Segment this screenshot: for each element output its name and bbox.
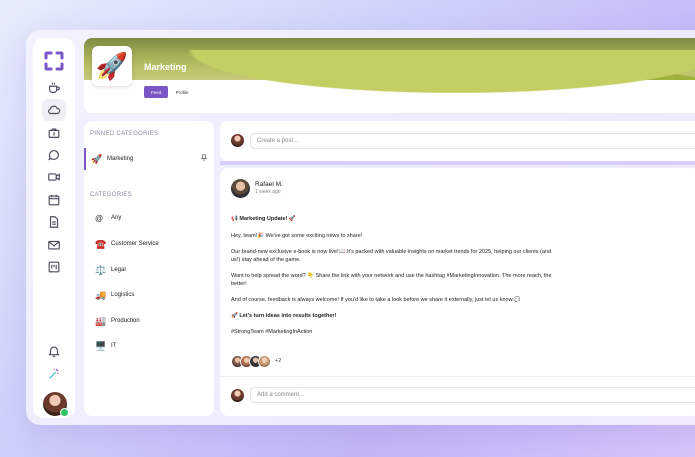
truck-icon: 🚚 (95, 289, 107, 300)
chat-icon[interactable] (42, 144, 66, 166)
feed-divider (220, 161, 695, 165)
post-card: Rafael M. 1 week ago 📢 Marketing Update!… (220, 168, 695, 416)
headline-text: Marketing Update! (239, 216, 288, 222)
create-post-input[interactable]: Create a post... (250, 133, 695, 149)
post-timestamp: 1 week ago (255, 189, 281, 195)
rocket-icon: 🚀 (91, 153, 103, 164)
category-label: Customer Service (111, 241, 159, 247)
rocket-icon: 🚀 (231, 313, 238, 319)
coffee-icon[interactable] (42, 77, 66, 99)
group-title: Marketing (144, 62, 187, 72)
cloud-icon[interactable] (42, 99, 66, 121)
categories-panel: PINNED CATEGORIES 🚀 Marketing CATEGORIES… (84, 121, 214, 416)
category-legal[interactable]: ⚖️ Legal (90, 263, 126, 277)
post-hashtags[interactable]: #StrongTeam #MarketingInAction (231, 328, 561, 336)
group-avatar: 🚀 (92, 46, 132, 86)
post-headline: 📢 Marketing Update! 🚀 (231, 215, 561, 223)
document-icon[interactable] (42, 211, 66, 233)
comment-input[interactable]: Add a comment... (250, 387, 695, 403)
factory-icon: 🏭 (95, 315, 107, 326)
post-divider (220, 376, 695, 377)
category-label: Marketing (107, 156, 134, 162)
pinned-category-marketing[interactable]: 🚀 Marketing (84, 148, 216, 170)
category-label: Logistics (111, 292, 135, 298)
computer-icon: 🖥️ (95, 340, 107, 351)
video-icon[interactable] (42, 166, 66, 188)
rocket-icon: 🚀 (95, 50, 129, 81)
pin-icon[interactable] (200, 154, 208, 162)
magic-wand-icon[interactable] (42, 363, 66, 385)
group-header: 🚀 Marketing Feed Profile (84, 38, 695, 113)
reaction-avatars[interactable]: +2 (231, 354, 282, 368)
scales-icon: ⚖️ (95, 264, 107, 275)
category-label: Legal (111, 267, 126, 273)
telephone-icon: ☎️ (95, 238, 107, 249)
rocket-icon: 🚀 (288, 216, 296, 222)
tab-feed[interactable]: Feed (144, 86, 168, 98)
reaction-avatar (258, 354, 271, 368)
bell-icon[interactable] (42, 340, 66, 362)
category-logistics[interactable]: 🚚 Logistics (90, 288, 134, 302)
group-banner-image (84, 38, 695, 110)
create-post-card: Create a post... (220, 121, 695, 161)
category-it[interactable]: 🖥️ IT (90, 339, 116, 353)
user-avatar (231, 134, 244, 147)
board-icon[interactable] (42, 256, 66, 278)
post-paragraph-4: And of course, feedback is always welcom… (231, 297, 521, 303)
reaction-count: +2 (275, 358, 282, 364)
online-status-indicator (60, 408, 69, 417)
tab-profile[interactable]: Profile (172, 86, 192, 98)
briefcase-icon[interactable] (42, 122, 66, 144)
cta-text: Let's turn ideas into results together! (239, 313, 337, 319)
post-cta: 🚀 Let's turn ideas into results together… (231, 312, 561, 320)
author-avatar[interactable] (231, 179, 250, 198)
app-logo[interactable] (43, 50, 65, 72)
user-avatar (231, 389, 244, 402)
megaphone-icon: 📢 (231, 216, 238, 222)
category-label: IT (111, 343, 117, 349)
sidebar (33, 38, 75, 418)
mail-icon[interactable] (42, 234, 66, 256)
post-paragraph-1: Hey, team!🎉 We've got some exciting news… (231, 233, 363, 239)
category-label: Any (111, 215, 122, 221)
post-author[interactable]: Rafael M. (255, 181, 283, 188)
categories-heading: CATEGORIES (90, 192, 132, 198)
post-paragraph-3: Want to help spread the word? 👇 Share th… (231, 273, 552, 287)
calendar-icon[interactable] (42, 189, 66, 211)
at-sign-icon: @ (95, 213, 104, 223)
category-label: Production (111, 318, 140, 324)
post-paragraph-2: Our brand-new exclusive e-book is now li… (231, 249, 552, 263)
pinned-categories-heading: PINNED CATEGORIES (90, 131, 159, 137)
category-production[interactable]: 🏭 Production (90, 314, 140, 328)
category-any[interactable]: @ Any (90, 211, 121, 225)
category-customer-service[interactable]: ☎️ Customer Service (90, 237, 159, 251)
